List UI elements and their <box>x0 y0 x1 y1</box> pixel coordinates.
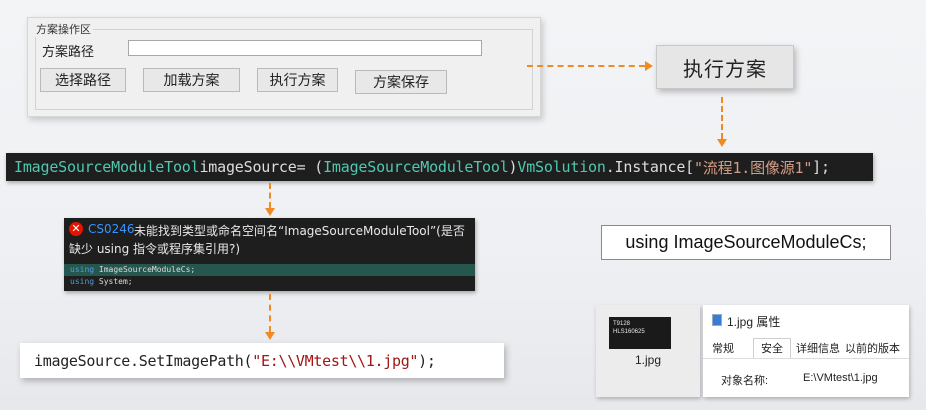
connector-horizontal <box>527 65 645 67</box>
file-thumbnail-panel: T9128 HLS160625 1.jpg <box>596 305 700 397</box>
select-path-button[interactable]: 选择路径 <box>40 68 126 92</box>
setpath-end: ); <box>418 351 436 370</box>
connector-vertical-1 <box>721 97 723 139</box>
thumb-text-1: T9128 <box>613 321 631 327</box>
using-namespace: ImageSourceModuleCs; <box>94 265 196 274</box>
using-row: using System; <box>64 276 475 288</box>
code-string: "流程1.图像源1" <box>694 158 813 177</box>
tab-previous-versions[interactable]: 以前的版本 <box>845 341 900 357</box>
code-var: imageSource <box>199 158 297 176</box>
code-cast-type: ImageSourceModuleTool <box>323 158 509 176</box>
execute-scheme-big-button[interactable]: 执行方案 <box>656 45 794 89</box>
file-icon <box>712 314 722 326</box>
code-end: ]; <box>812 158 830 176</box>
using-keyword: using <box>70 265 95 274</box>
save-scheme-button[interactable]: 方案保存 <box>355 70 447 94</box>
execute-scheme-button[interactable]: 执行方案 <box>257 68 338 92</box>
path-input[interactable] <box>128 40 482 56</box>
code-class: VmSolution <box>517 158 606 176</box>
arrow-down-icon <box>265 332 275 340</box>
code-type: ImageSourceModuleTool <box>14 158 200 176</box>
setpath-call: imageSource.SetImagePath( <box>34 351 253 370</box>
using-statement-box: using ImageSourceModuleCs; <box>601 225 891 260</box>
object-name-label: 对象名称: <box>721 375 769 387</box>
properties-dialog: 1.jpg 属性 常规 安全 详细信息 以前的版本 对象名称: E:\VMtes… <box>703 305 909 397</box>
error-message-line1: 未能找到类型或命名空间名“ImageSourceModuleTool”(是否 <box>134 224 465 238</box>
arrow-down-icon <box>265 208 275 216</box>
using-keyword: using <box>70 277 95 286</box>
groupbox-title: 方案操作区 <box>34 21 93 37</box>
error-code[interactable]: CS0246 <box>88 222 135 236</box>
arrow-down-icon <box>717 139 727 147</box>
load-scheme-button[interactable]: 加载方案 <box>143 68 240 92</box>
connector-vertical-2 <box>269 183 271 208</box>
error-message-line2: 缺少 using 指令或程序集引用?) <box>69 242 241 256</box>
thumb-text-2: HLS160625 <box>613 329 645 335</box>
code-member: .Instance[ <box>605 158 695 176</box>
tab-divider <box>703 358 909 359</box>
path-label: 方案路径 <box>42 45 95 60</box>
object-name-value: E:\VMtest\1.jpg <box>803 372 878 384</box>
connector-vertical-3 <box>269 294 271 332</box>
code-op: = ( <box>296 158 324 176</box>
set-image-path-code: imageSource.SetImagePath("E:\\VMtest\\1.… <box>20 343 504 378</box>
dialog-title: 1.jpg 属性 <box>727 315 781 329</box>
file-thumbnail-image[interactable]: T9128 HLS160625 <box>609 317 671 349</box>
tab-general[interactable]: 常规 <box>712 341 734 357</box>
setpath-string: "E:\\VMtest\\1.jpg" <box>252 351 419 370</box>
code-close: ) <box>508 158 518 176</box>
error-circle-icon: ✕ <box>69 222 83 236</box>
using-namespace: System; <box>94 277 133 286</box>
tab-details[interactable]: 详细信息 <box>796 341 840 357</box>
code-line: ImageSourceModuleTool imageSource = ( Im… <box>6 153 873 181</box>
tab-security[interactable]: 安全 <box>753 338 791 359</box>
file-name: 1.jpg <box>634 353 662 367</box>
error-panel: ✕ CS0246 未能找到类型或命名空间名“ImageSourceModuleT… <box>64 218 475 291</box>
using-suggestion-row[interactable]: using ImageSourceModuleCs; <box>64 264 475 276</box>
arrow-right-icon <box>645 61 653 71</box>
